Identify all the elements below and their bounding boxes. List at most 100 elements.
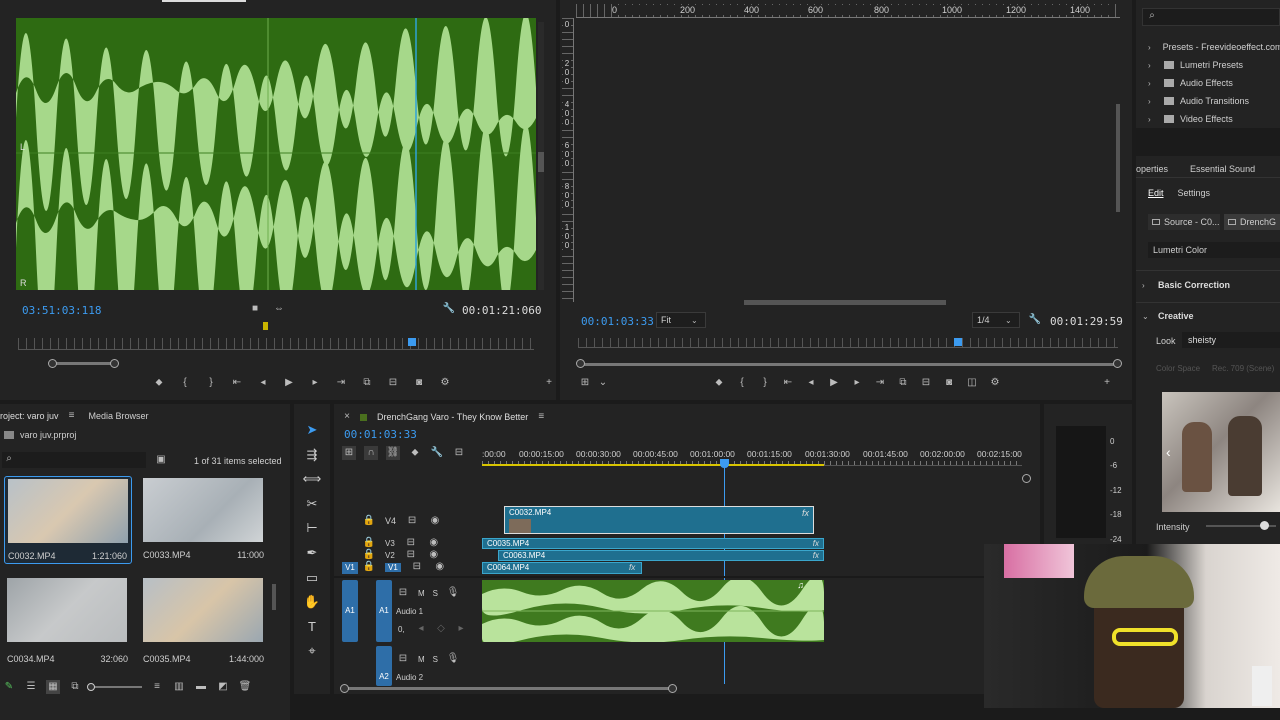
zoom-slider-handle[interactable]: [87, 683, 95, 691]
source-zoom-bar[interactable]: [50, 362, 118, 365]
razor-tool-icon[interactable]: ✂: [302, 492, 322, 517]
chevron-left-icon[interactable]: ‹: [1166, 444, 1171, 460]
play-icon[interactable]: ▶: [282, 376, 296, 390]
wrench-icon[interactable]: 🔧: [1028, 313, 1042, 327]
slip-tool-icon[interactable]: ⊢: [302, 516, 322, 541]
timeline-hscroll-handle-right[interactable]: [668, 684, 677, 693]
resolution-select[interactable]: 1/4 ⌄: [972, 312, 1020, 328]
creative-section[interactable]: ⌄ Creative: [1142, 311, 1194, 321]
effects-item[interactable]: › Lumetri Presets: [1148, 56, 1280, 74]
hand-tool-icon[interactable]: ✋: [302, 590, 322, 615]
audio-clip-a1[interactable]: ♫: [482, 580, 824, 642]
sync-icon[interactable]: ⊟: [410, 560, 424, 574]
timeline-hscroll[interactable]: [344, 687, 674, 690]
source-zoom-handle-left[interactable]: [48, 359, 57, 368]
step-back-icon[interactable]: ◂: [804, 376, 818, 390]
step-forward-icon[interactable]: ▸: [850, 376, 864, 390]
tab-media-browser[interactable]: Media Browser: [89, 411, 149, 421]
mark-in-icon[interactable]: {: [735, 376, 749, 390]
snap-icon[interactable]: ∩: [364, 446, 378, 460]
go-to-out-icon[interactable]: ⇥: [873, 376, 887, 390]
ripple-edit-tool-icon[interactable]: ⟺: [302, 467, 322, 492]
timeline-hscroll-handle-left[interactable]: [340, 684, 349, 693]
menu-icon[interactable]: ≡: [534, 410, 548, 424]
source-in-marker[interactable]: [263, 322, 268, 330]
program-playhead[interactable]: [954, 338, 962, 346]
a2-track-patch[interactable]: A2: [376, 646, 392, 686]
look-preview-thumbnail[interactable]: ‹: [1162, 392, 1280, 512]
camera-icon[interactable]: ◙: [412, 376, 426, 390]
lock-icon[interactable]: 🔒: [362, 560, 376, 574]
sync-icon[interactable]: ⊟: [405, 514, 419, 528]
freeform-view-icon[interactable]: ⧉: [68, 680, 82, 694]
effects-item[interactable]: › Audio Effects: [1148, 74, 1280, 92]
mute-button[interactable]: M: [418, 589, 425, 598]
media-item-3[interactable]: C0035.MP4 1:44:000: [140, 576, 268, 664]
timeline-vscroll-knob[interactable]: [1022, 474, 1031, 483]
chevron-down-icon[interactable]: ⌄: [596, 376, 610, 390]
program-time-ruler[interactable]: [578, 338, 1118, 348]
pencil-icon[interactable]: ✎: [2, 680, 16, 694]
add-button-icon[interactable]: +: [542, 376, 556, 390]
extract-icon[interactable]: ⊟: [919, 376, 933, 390]
step-forward-icon[interactable]: ▸: [308, 376, 322, 390]
pen-tool-icon[interactable]: ✒: [302, 541, 322, 566]
waveform-scrollbar[interactable]: [538, 22, 544, 290]
next-keyframe-icon[interactable]: ▸: [454, 622, 468, 636]
settings-icon[interactable]: ⚙: [988, 376, 1002, 390]
captions-icon[interactable]: ⊟: [452, 446, 466, 460]
source-zoom-handle-right[interactable]: [110, 359, 119, 368]
sync-icon[interactable]: ⊟: [396, 586, 410, 600]
media-item-2[interactable]: C0034.MP4 32:060: [4, 576, 132, 664]
microphone-icon[interactable]: 🎙: [446, 652, 460, 666]
camera-icon[interactable]: ◙: [942, 376, 956, 390]
clip-c0032[interactable]: C0032.MP4 fx: [504, 506, 814, 534]
mark-out-icon[interactable]: }: [758, 376, 772, 390]
zoom-select[interactable]: Fit ⌄: [656, 312, 706, 328]
clip-c0035[interactable]: C0035.MP4 fx: [482, 538, 824, 549]
snap-tool-icon[interactable]: ⌖: [302, 639, 322, 664]
project-scrollbar[interactable]: [272, 584, 276, 610]
tab-project[interactable]: roject: varo juv: [0, 411, 59, 421]
program-zoom-handle-right[interactable]: [1113, 359, 1122, 368]
mark-in-icon[interactable]: {: [178, 376, 192, 390]
eye-icon[interactable]: ◉: [428, 514, 442, 528]
source-select[interactable]: Source - C0...: [1148, 214, 1220, 230]
compare-icon[interactable]: ◫: [965, 376, 979, 390]
track-select-tool-icon[interactable]: ⇶: [302, 443, 322, 468]
add-keyframe-icon[interactable]: ◇: [434, 622, 448, 636]
project-search[interactable]: ⌕: [2, 452, 146, 468]
effects-item[interactable]: › Audio Transitions: [1148, 92, 1280, 110]
play-icon[interactable]: ▶: [827, 376, 841, 390]
program-vscrollbar[interactable]: [1116, 104, 1120, 212]
overwrite-icon[interactable]: ⊟: [386, 376, 400, 390]
wrench-icon[interactable]: 🔧: [430, 446, 444, 460]
go-to-out-icon[interactable]: ⇥: [334, 376, 348, 390]
v1-source-patch[interactable]: V1: [342, 562, 358, 574]
lumetri-title-field[interactable]: Lumetri Color: [1148, 242, 1280, 258]
sync-icon[interactable]: ⊟: [396, 652, 410, 666]
safe-margins-icon[interactable]: ⊞: [578, 376, 592, 390]
selection-tool-icon[interactable]: ➤: [302, 418, 322, 443]
clip-c0064[interactable]: C0064.MP4 fx: [482, 562, 642, 574]
subtab-settings[interactable]: Settings: [1178, 188, 1211, 198]
go-to-in-icon[interactable]: ⇤: [230, 376, 244, 390]
eye-icon[interactable]: ◉: [433, 560, 447, 574]
a1-source-patch[interactable]: A1: [342, 580, 358, 642]
lift-icon[interactable]: ⧉: [896, 376, 910, 390]
prev-keyframe-icon[interactable]: ◂: [414, 622, 428, 636]
add-marker-icon[interactable]: ⬥: [408, 446, 422, 460]
tab-effect-controls[interactable]: operties: [1136, 164, 1168, 174]
subtab-edit[interactable]: Edit: [1148, 188, 1164, 198]
stop-icon[interactable]: ■: [248, 302, 262, 316]
nest-icon[interactable]: ⊞: [342, 446, 356, 460]
program-timecode[interactable]: 00:01:03:33: [581, 315, 654, 328]
mark-out-icon[interactable]: }: [204, 376, 218, 390]
marker-icon[interactable]: ⬥: [712, 376, 726, 390]
source-time-ruler[interactable]: [18, 338, 534, 350]
trash-icon[interactable]: 🗑: [238, 680, 252, 694]
lock-icon[interactable]: 🔒: [362, 514, 376, 528]
sequence-select[interactable]: DrenchG: [1224, 214, 1280, 230]
close-icon[interactable]: ×: [340, 410, 354, 424]
new-bin-icon[interactable]: ▬: [194, 680, 208, 694]
